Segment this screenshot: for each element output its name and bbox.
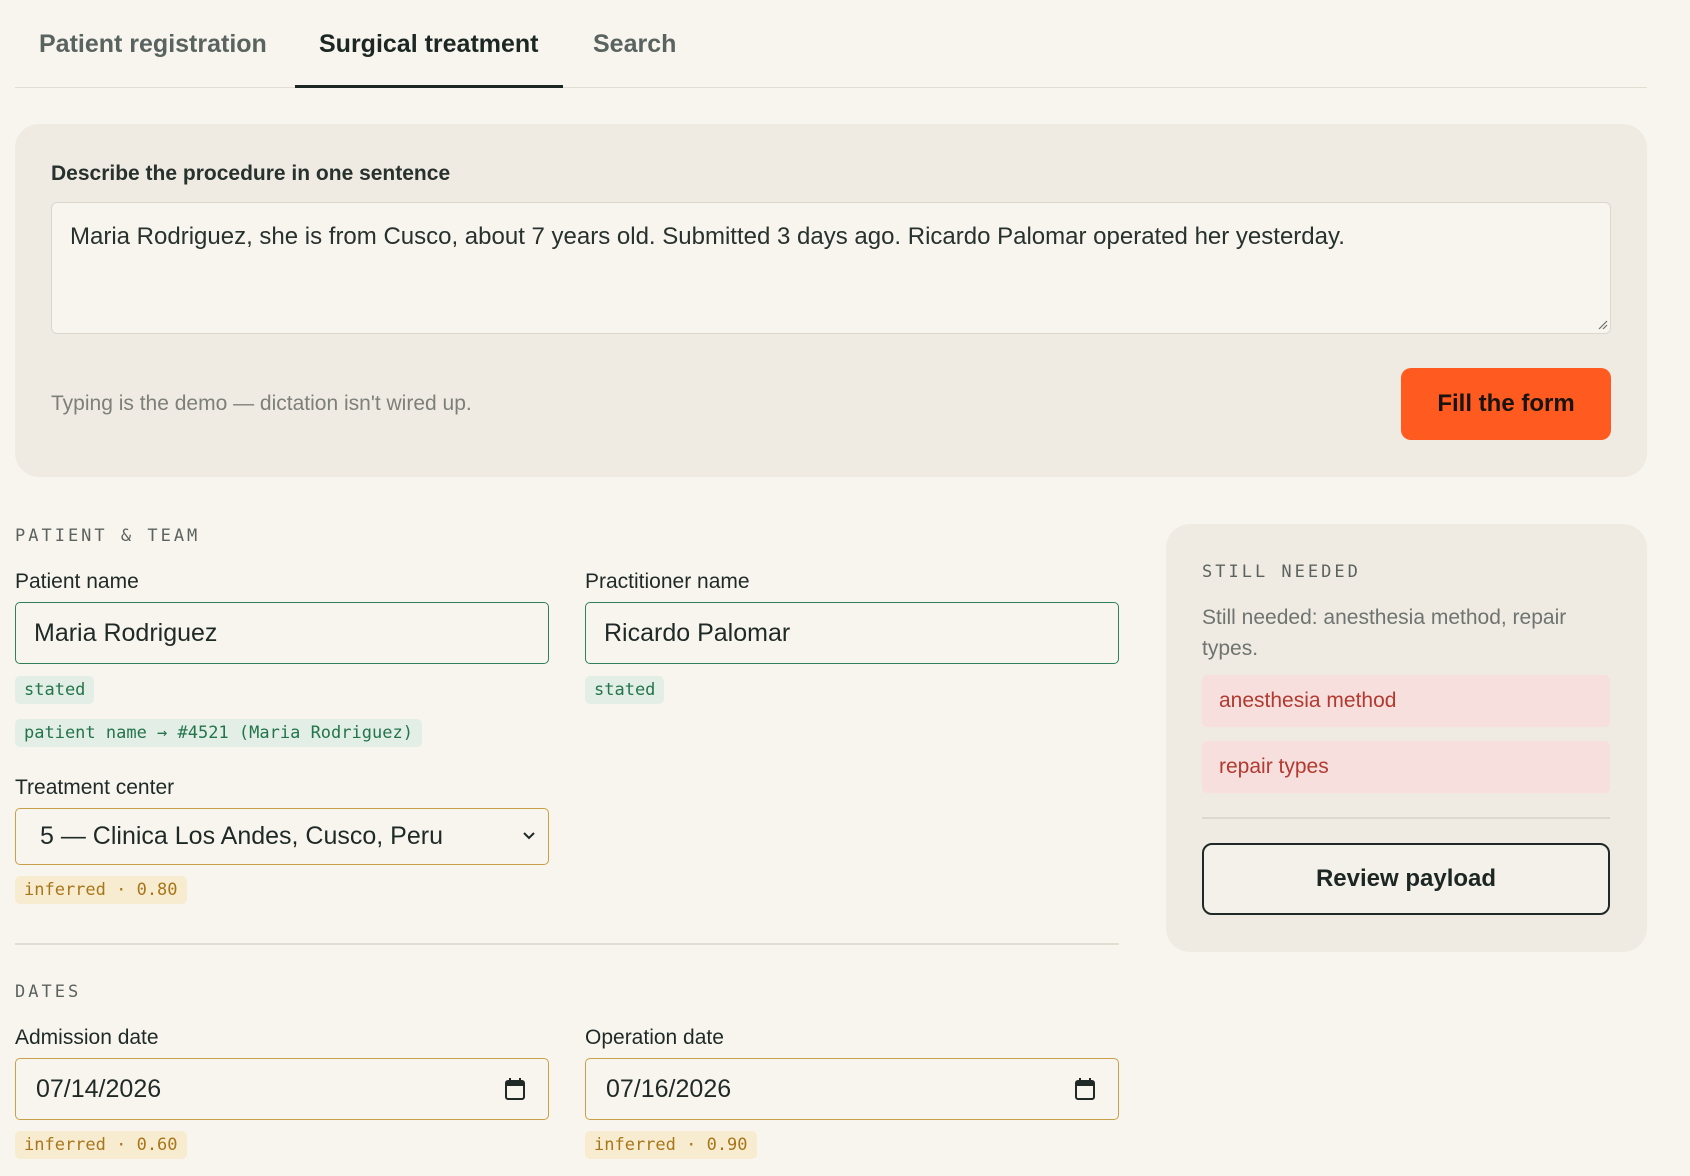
admission-date-value: 07/14/2026 [36, 1074, 162, 1103]
patient-name-input[interactable]: Maria Rodriguez [15, 602, 549, 664]
still-needed-summary: Still needed: anesthesia method, repair … [1202, 606, 1567, 660]
treatment-center-status-badge: inferred · 0.80 [15, 876, 187, 904]
tab-bar: Patient registration Surgical treatment … [15, 0, 1647, 88]
section-heading-dates: DATES [15, 982, 82, 1002]
treatment-center-label: Treatment center [15, 776, 175, 799]
section-heading-patient-team: PATIENT & TEAM [15, 526, 201, 546]
section-divider [15, 943, 1119, 945]
fill-form-button[interactable]: Fill the form [1401, 368, 1611, 440]
admission-date-status-badge: inferred · 0.60 [15, 1131, 187, 1159]
calendar-icon[interactable] [504, 1077, 526, 1101]
missing-field-item[interactable]: anesthesia method [1202, 675, 1610, 727]
patient-name-status-badge: stated [15, 676, 95, 704]
operation-date-label: Operation date [585, 1026, 724, 1049]
admission-date-input[interactable]: 07/14/2026 [15, 1058, 549, 1120]
resize-grip-icon[interactable] [1598, 320, 1608, 330]
describe-label: Describe the procedure in one sentence [51, 162, 451, 185]
missing-field-item[interactable]: repair types [1202, 741, 1610, 793]
practitioner-name-label: Practitioner name [585, 570, 750, 593]
calendar-icon[interactable] [1074, 1077, 1096, 1101]
chevron-down-icon [523, 832, 535, 840]
patient-name-label: Patient name [15, 570, 139, 593]
operation-date-status-badge: inferred · 0.90 [585, 1131, 757, 1159]
procedure-description-input[interactable]: Maria Rodriguez, she is from Cusco, abou… [51, 202, 1611, 334]
admission-date-label: Admission date [15, 1026, 159, 1049]
describe-panel: Describe the procedure in one sentence M… [15, 124, 1647, 477]
operation-date-value: 07/16/2026 [606, 1074, 732, 1103]
panel-divider [1202, 817, 1610, 819]
review-payload-button[interactable]: Review payload [1202, 843, 1610, 915]
still-needed-panel: STILL NEEDED Still needed: anesthesia me… [1166, 524, 1647, 952]
tab-surgical-treatment[interactable]: Surgical treatment [295, 30, 563, 88]
treatment-center-select[interactable]: 5 — Clinica Los Andes, Cusco, Peru [15, 808, 549, 865]
treatment-center-value: 5 — Clinica Los Andes, Cusco, Peru [40, 822, 443, 850]
still-needed-heading: STILL NEEDED [1202, 562, 1361, 582]
operation-date-input[interactable]: 07/16/2026 [585, 1058, 1119, 1120]
tab-search[interactable]: Search [593, 30, 676, 88]
practitioner-name-input[interactable]: Ricardo Palomar [585, 602, 1119, 664]
patient-match-badge: patient name → #4521 (Maria Rodriguez) [15, 719, 422, 747]
dictation-hint: Typing is the demo — dictation isn't wir… [51, 392, 472, 415]
tab-patient-registration[interactable]: Patient registration [39, 30, 267, 88]
practitioner-name-status-badge: stated [585, 676, 665, 704]
